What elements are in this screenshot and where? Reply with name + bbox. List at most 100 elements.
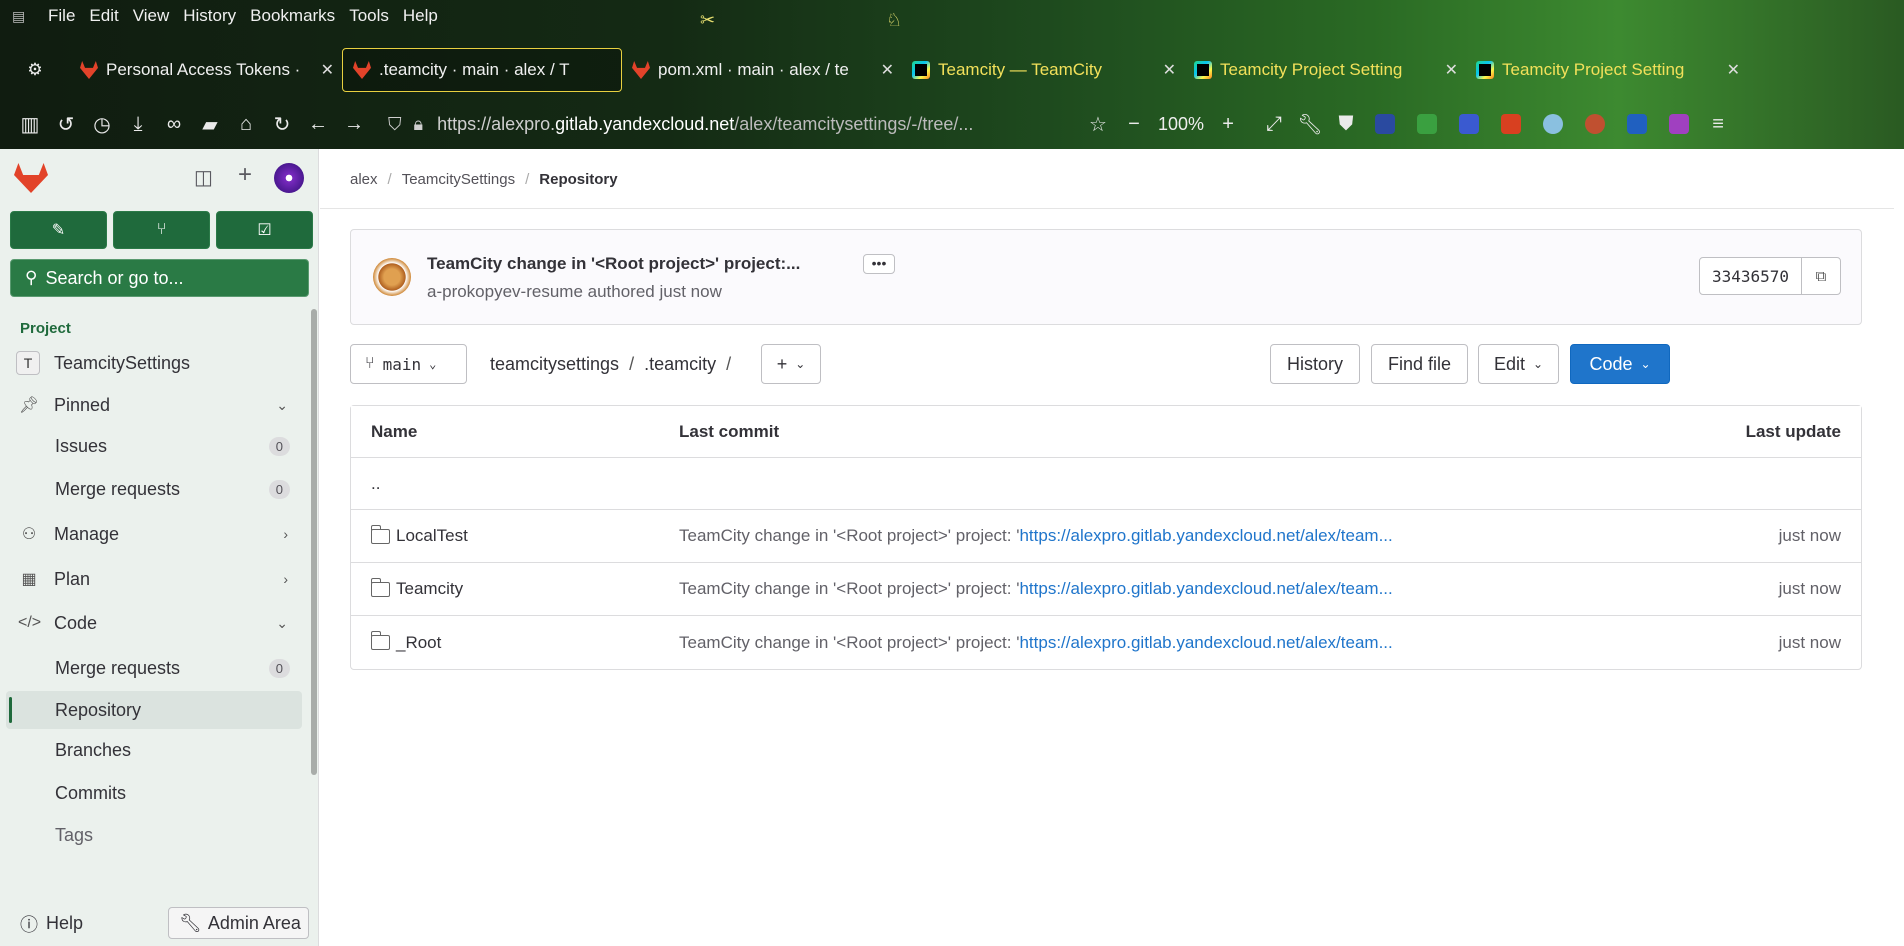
tab-teamcity-project-settings-2[interactable]: Teamcity Project Setting ✕ [1466,48,1748,92]
menu-bookmarks[interactable]: Bookmarks [250,6,335,26]
clock-icon[interactable]: ◷ [84,112,120,137]
sidebar-toggle-icon[interactable]: ▥ [12,112,48,137]
parent-directory-link[interactable]: .. [371,458,380,509]
commit-message[interactable]: TeamCity change in '<Root project>' proj… [679,563,1393,615]
tray-app-icon[interactable]: ♘ [886,10,902,31]
find-file-button[interactable]: Find file [1371,344,1468,384]
help-button[interactable]: ⓘ Help [20,911,83,937]
downloads-icon[interactable]: ⤓ [120,113,156,136]
assigned-issues-button[interactable]: ✎ [10,211,107,249]
collapse-sidebar-icon[interactable]: ◫ [194,165,213,190]
close-tab-icon[interactable]: ✕ [321,60,334,80]
bookmark-star-icon[interactable]: ☆ [1080,112,1116,137]
sidebar-item-manage[interactable]: ⚇ Manage › [0,511,310,557]
folder-link[interactable]: LocalTest [370,510,468,562]
add-to-tree-dropdown[interactable]: + ⌄ [761,344,821,384]
url-bar[interactable]: ⛉ 🔒︎ https://alexpro. gitlab.yandexcloud.… [380,107,1080,141]
forward-icon[interactable]: → [336,113,372,136]
shield-icon[interactable]: ⛉ [388,114,402,135]
menu-help[interactable]: Help [403,6,438,26]
sidebar-scrollbar[interactable] [311,309,317,775]
commit-title[interactable]: TeamCity change in '<Root project>' proj… [427,254,800,274]
close-tab-icon[interactable]: ✕ [1445,60,1458,80]
commit-message[interactable]: TeamCity change in '<Root project>' proj… [679,510,1393,562]
extension-open-icon[interactable] [1501,114,1522,134]
folder-link[interactable]: Teamcity [370,563,463,615]
edit-dropdown[interactable]: Edit ⌄ [1478,344,1559,384]
menu-view[interactable]: View [133,6,170,26]
tab-pom-xml[interactable]: pom.xml · main · alex / te ✕ [622,48,902,92]
pocket-icon[interactable]: ⛊ [1328,113,1364,136]
table-row-parent[interactable]: .. [351,458,1861,510]
extension-shield-icon[interactable] [1417,114,1438,134]
commit-message[interactable]: TeamCity change in '<Root project>' proj… [679,616,1393,669]
tab-personal-access-tokens[interactable]: Personal Access Tokens · ✕ [70,48,342,92]
reload-icon[interactable]: ↻ [264,112,300,137]
private-mask-icon[interactable]: ∞ [156,113,192,136]
sidebar-item-branches[interactable]: Branches [0,729,310,772]
folder-link[interactable]: _Root [370,616,441,669]
wrench-icon[interactable]: 🔧︎ [1292,112,1328,137]
sidebar-item-issues[interactable]: Issues 0 [0,425,310,468]
commit-link[interactable]: https://alexpro.gitlab.yandexcloud.net/a… [1019,526,1392,546]
commit-link[interactable]: https://alexpro.gitlab.yandexcloud.net/a… [1019,633,1392,653]
extension-save-icon[interactable] [1459,114,1480,134]
sidebar-item-commits[interactable]: Commits [0,772,310,814]
merge-requests-button[interactable]: ⑂ [113,211,210,249]
path-root[interactable]: teamcitysettings [490,354,619,375]
extension-book-icon[interactable] [1627,114,1648,134]
zoom-out-icon[interactable]: − [1116,113,1152,136]
create-new-icon[interactable]: + [238,161,252,189]
extension-grid-icon[interactable] [1669,114,1690,134]
sidebar-item-tags[interactable]: Tags [0,814,310,856]
breadcrumb-project[interactable]: TeamcitySettings [402,171,515,188]
sidebar-item-repository[interactable]: Repository [6,691,302,729]
history-button[interactable]: History [1270,344,1360,384]
code-dropdown[interactable]: Code ⌄ [1570,344,1670,384]
admin-area-button[interactable]: 🔧︎ Admin Area [168,907,309,939]
history-icon[interactable]: ↺ [48,112,84,137]
path-teamcity[interactable]: .teamcity [644,354,716,375]
screenshot-tool-icon[interactable]: ✂ [700,10,715,31]
search-button[interactable]: ⚲ Search or go to... [10,259,309,297]
close-tab-icon[interactable]: ✕ [1727,60,1740,80]
close-tab-icon[interactable]: ✕ [1163,60,1176,80]
commit-link[interactable]: https://alexpro.gitlab.yandexcloud.net/a… [1019,579,1392,599]
extension-l-icon[interactable] [1375,114,1396,134]
tab-teamcity-repo[interactable]: .teamcity · main · alex / T [342,48,622,92]
sidebar-item-plan[interactable]: ▦ Plan › [0,557,310,601]
sidebar-item-code-merge-requests[interactable]: Merge requests 0 [0,645,310,691]
commit-sha[interactable]: 33436570 [1700,258,1802,294]
tab-teamcity-project-settings-1[interactable]: Teamcity Project Setting ✕ [1184,48,1466,92]
author-avatar[interactable] [373,258,411,296]
branch-selector[interactable]: ⑂ main ⌄ [350,344,467,384]
fullscreen-icon[interactable]: ⤢ [1256,113,1292,136]
container-icon[interactable]: ▰ [192,112,228,137]
commit-author[interactable]: a-prokopyev-resume [427,282,583,301]
home-icon[interactable]: ⌂ [228,113,264,136]
extension-palette-icon[interactable] [1585,114,1606,134]
sidebar-item-project[interactable]: T TeamcitySettings [0,341,310,385]
extension-sync-icon[interactable] [1543,114,1564,134]
system-menu-icon[interactable]: ▤ [12,8,34,25]
user-avatar[interactable] [274,163,304,193]
zoom-level[interactable]: 100% [1158,114,1204,135]
back-icon[interactable]: ← [300,113,336,136]
menu-edit[interactable]: Edit [89,6,118,26]
firefox-view-button[interactable]: ⚙ [0,48,70,92]
menu-tools[interactable]: Tools [349,6,389,26]
copy-sha-button[interactable]: ⧉ [1802,258,1840,294]
expand-commit-button[interactable]: ••• [863,254,895,274]
gitlab-logo-icon[interactable] [14,163,48,193]
sidebar-item-pinned[interactable]: 📌︎ Pinned ⌄ [0,385,310,425]
menu-file[interactable]: File [48,6,75,26]
zoom-in-icon[interactable]: + [1210,113,1246,136]
sidebar-item-merge-requests[interactable]: Merge requests 0 [0,468,310,511]
breadcrumb-alex[interactable]: alex [350,171,378,188]
sidebar-item-code[interactable]: </> Code ⌄ [0,601,310,645]
tab-teamcity[interactable]: Teamcity — TeamCity ✕ [902,48,1184,92]
close-tab-icon[interactable]: ✕ [881,60,894,80]
menu-history[interactable]: History [183,6,236,26]
todos-button[interactable]: ☑ [216,211,313,249]
breadcrumb-repository[interactable]: Repository [539,171,617,188]
